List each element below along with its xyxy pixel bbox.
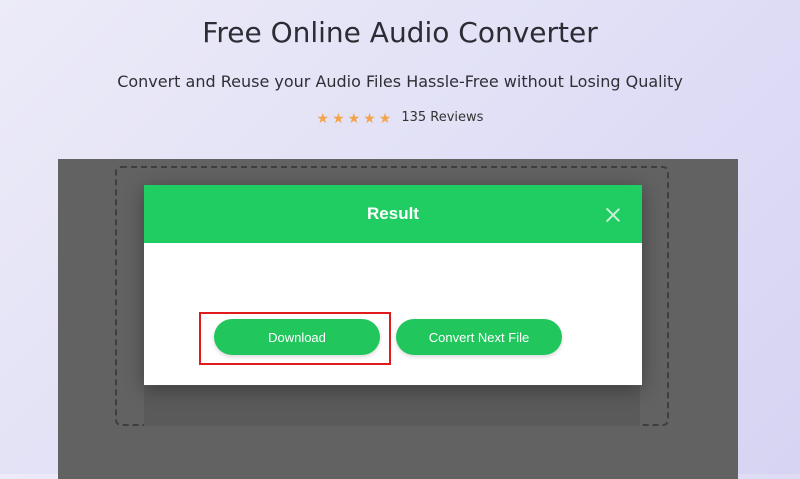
page-subtitle: Convert and Reuse your Audio Files Hassl…	[117, 72, 683, 91]
close-icon[interactable]	[606, 208, 620, 222]
star-icon: ★	[316, 109, 330, 126]
rating-stars: ★ ★ ★ ★ ★	[317, 111, 392, 125]
dialog-title: Result	[367, 204, 419, 223]
star-icon: ★	[363, 109, 376, 126]
page-title: Free Online Audio Converter	[202, 16, 598, 49]
reviews-count: 135 Reviews	[401, 110, 484, 125]
highlight-box	[199, 312, 391, 365]
star-icon: ★	[378, 109, 392, 126]
star-icon: ★	[347, 109, 361, 126]
star-icon: ★	[332, 109, 345, 126]
rating: ★ ★ ★ ★ ★ 135 Reviews	[0, 110, 800, 125]
dialog-header: Result	[144, 185, 642, 243]
backdrop-shadow	[144, 386, 640, 426]
convert-next-file-button[interactable]: Convert Next File	[396, 319, 562, 355]
